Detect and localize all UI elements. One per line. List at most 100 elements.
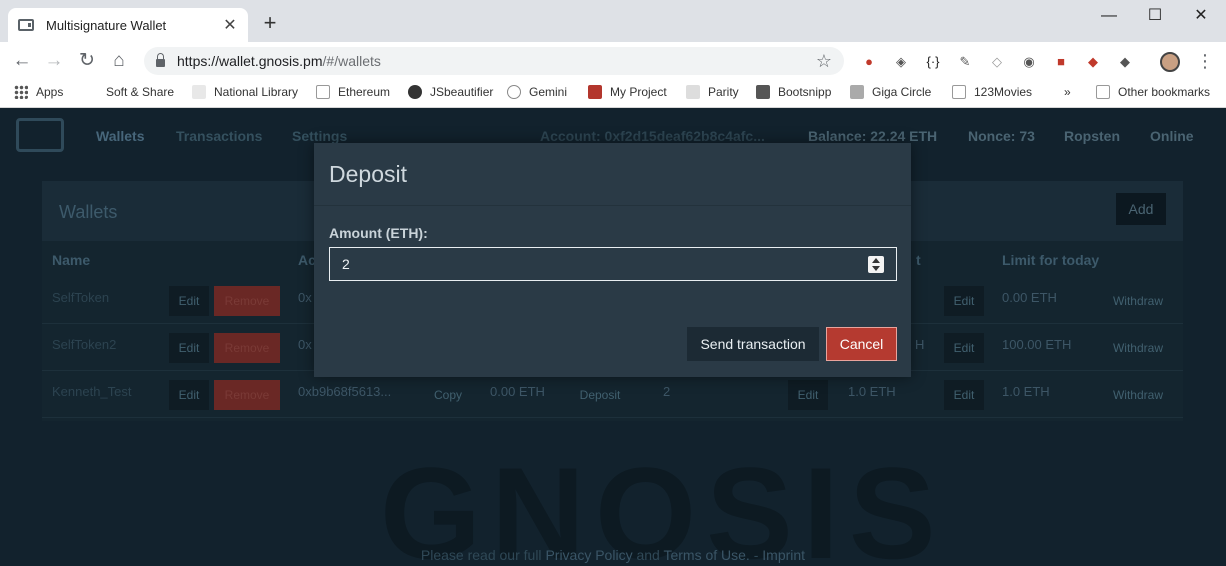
profile-avatar[interactable]: [1160, 52, 1180, 72]
forward-icon[interactable]: →: [42, 50, 66, 72]
extension-icon[interactable]: ◇: [988, 53, 1006, 71]
reload-icon[interactable]: ↻: [75, 50, 99, 72]
edit-limit-button[interactable]: Edit: [944, 286, 984, 316]
wallet-balance: 0.00 ETH: [490, 384, 545, 399]
withdraw-button[interactable]: Withdraw: [1106, 380, 1170, 410]
edit-limit-button[interactable]: Edit: [944, 333, 984, 363]
withdraw-button[interactable]: Withdraw: [1106, 286, 1170, 316]
wallet-name[interactable]: Kenneth_Test: [52, 384, 132, 399]
bookmark-favicon-icon: [192, 85, 206, 99]
extension-icon[interactable]: ●: [860, 53, 878, 71]
footer-text: -: [753, 547, 759, 563]
add-wallet-button[interactable]: Add: [1116, 193, 1166, 225]
remove-button[interactable]: Remove: [214, 380, 280, 410]
nav-transactions[interactable]: Transactions: [176, 128, 262, 144]
bookmark-label: Parity: [708, 85, 739, 99]
panel-title: Wallets: [59, 202, 118, 222]
bookmark-label: Gemini: [529, 85, 568, 99]
cancel-button[interactable]: Cancel: [826, 327, 897, 361]
footer: Please read our full Privacy Policy and …: [0, 547, 1226, 563]
apps-grid-icon: [14, 85, 28, 99]
terms-of-use-link[interactable]: Terms of Use.: [663, 547, 749, 563]
folder-icon: [1096, 85, 1110, 99]
bookmark-star-icon[interactable]: ☆: [816, 51, 832, 72]
back-icon[interactable]: ←: [10, 50, 34, 72]
edit-button[interactable]: Edit: [169, 333, 209, 363]
close-window-icon[interactable]: ✕: [1184, 4, 1218, 28]
extension-icon[interactable]: {·}: [924, 53, 942, 71]
bookmark-label: Other bookmarks: [1118, 85, 1211, 99]
url-text: https://wallet.gnosis.pm/#/wallets: [177, 53, 816, 69]
more-menu-icon[interactable]: ⋮: [1196, 51, 1214, 71]
connection-status: Online: [1150, 128, 1194, 144]
bookmark-favicon-icon: [408, 85, 422, 99]
wallet-name[interactable]: SelfToken2: [52, 337, 116, 352]
extension-icon[interactable]: ◆: [1116, 53, 1134, 71]
account-selector[interactable]: Account: 0xf2d15deaf62b8c4afc...: [540, 128, 765, 144]
wallet-name[interactable]: SelfToken: [52, 290, 109, 305]
extension-icon[interactable]: ■: [1052, 53, 1070, 71]
bookmark-item[interactable]: Parity: [686, 85, 739, 99]
wallet-address: 0xb9b68f5613...: [298, 384, 392, 399]
home-icon[interactable]: ⌂: [107, 50, 131, 72]
bookmark-item[interactable]: Giga Circle: [850, 85, 931, 99]
bookmarks-bar: Apps Soft & Share National Library Ether…: [0, 80, 1226, 108]
number-spinner-icon[interactable]: [868, 256, 884, 273]
bookmark-item[interactable]: 123Movies: [952, 85, 1032, 99]
globe-icon: [507, 85, 521, 99]
address-bar[interactable]: https://wallet.gnosis.pm/#/wallets ☆: [144, 47, 844, 75]
lock-icon: [156, 53, 165, 67]
required-confirmations: 2: [663, 384, 671, 399]
bookmarks-overflow-icon[interactable]: »: [1064, 85, 1071, 99]
amount-input[interactable]: [329, 247, 897, 281]
bookmark-item[interactable]: My Project: [588, 85, 667, 99]
extension-icon[interactable]: ◈: [892, 53, 910, 71]
maximize-icon[interactable]: ☐: [1138, 4, 1172, 28]
edit-button[interactable]: Edit: [169, 286, 209, 316]
edit-confirmations-button[interactable]: Edit: [788, 380, 828, 410]
edit-limit-button[interactable]: Edit: [944, 380, 984, 410]
bookmark-label: Giga Circle: [872, 85, 932, 99]
camera-icon[interactable]: ◉: [1020, 53, 1038, 71]
edit-button[interactable]: Edit: [169, 380, 209, 410]
bookmark-favicon-icon: [850, 85, 864, 99]
bookmark-item[interactable]: Bootsnipp: [756, 85, 831, 99]
bookmark-item[interactable]: Ethereum: [316, 85, 390, 99]
remove-button[interactable]: Remove: [214, 286, 280, 316]
bookmark-label: JSbeautifier: [430, 85, 494, 99]
browser-tab[interactable]: Multisignature Wallet ✕: [8, 8, 248, 42]
bookmark-item[interactable]: National Library: [192, 85, 298, 99]
bookmark-label: Ethereum: [338, 85, 391, 99]
modal-divider: [314, 205, 911, 206]
withdraw-button[interactable]: Withdraw: [1106, 333, 1170, 363]
send-transaction-button[interactable]: Send transaction: [687, 327, 819, 361]
remove-button[interactable]: Remove: [214, 333, 280, 363]
nonce: Nonce: 73: [968, 128, 1035, 144]
bookmark-item[interactable]: JSbeautifier: [408, 85, 493, 99]
bookmark-apps[interactable]: Apps: [14, 85, 63, 99]
minimize-icon[interactable]: —: [1092, 4, 1126, 28]
privacy-policy-link[interactable]: Privacy Policy: [545, 547, 632, 563]
new-tab-icon[interactable]: +: [258, 10, 282, 36]
close-tab-icon[interactable]: ✕: [222, 15, 238, 35]
wallet-address: 0x: [298, 290, 312, 305]
shield-icon[interactable]: ◆: [1084, 53, 1102, 71]
extension-icon[interactable]: ✎: [956, 53, 974, 71]
amount-label: Amount (ETH):: [329, 225, 428, 241]
page-icon: [316, 85, 330, 99]
bookmark-favicon-icon: [756, 85, 770, 99]
table-row: Kenneth_Test Edit Remove 0xb9b68f5613...…: [42, 372, 1183, 418]
footer-text: and: [636, 547, 660, 563]
limit-today: 100.00 ETH: [1002, 337, 1072, 352]
other-bookmarks[interactable]: Other bookmarks: [1096, 85, 1210, 99]
copy-address-button[interactable]: Copy: [424, 380, 472, 410]
nav-settings[interactable]: Settings: [292, 128, 347, 144]
modal-title: Deposit: [329, 161, 407, 187]
bookmark-item[interactable]: Gemini: [507, 85, 567, 99]
bookmark-label: 123Movies: [974, 85, 1033, 99]
imprint-link[interactable]: Imprint: [762, 547, 805, 563]
bookmark-item[interactable]: Soft & Share: [106, 85, 174, 99]
wallet-logo[interactable]: [16, 118, 64, 152]
deposit-button[interactable]: Deposit: [570, 380, 630, 410]
nav-wallets[interactable]: Wallets: [96, 128, 145, 144]
